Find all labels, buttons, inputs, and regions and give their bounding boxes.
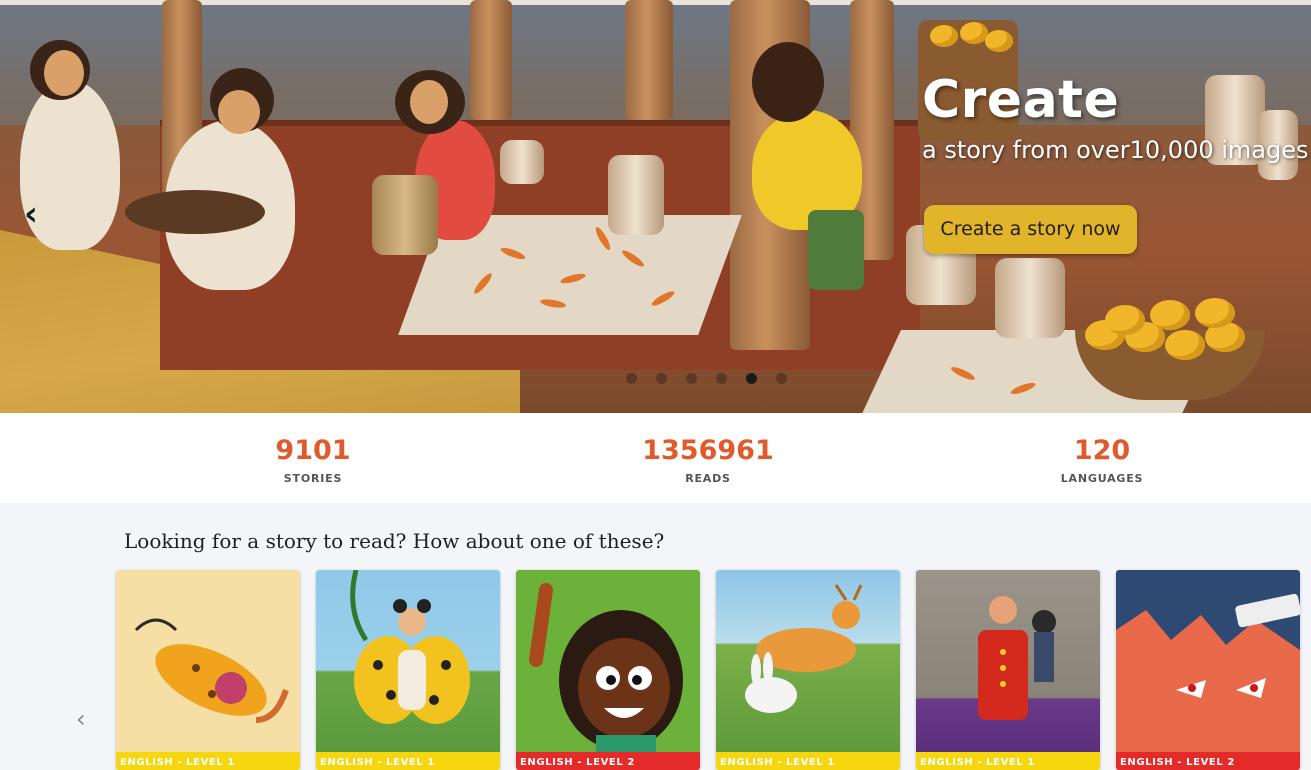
stats-bar: 9101 STORIES 1356961 READS 120 LANGUAGES [0,413,1311,503]
level-badge: ENGLISH - LEVEL 2 [516,752,700,770]
story-cover-image [116,570,300,752]
face-illustration [44,50,84,96]
level-badge: ENGLISH - LEVEL 1 [116,752,300,770]
stat-label: LANGUAGES [1060,472,1144,485]
hero-title: Create [922,70,1120,130]
stat-stories: 9101 STORIES [213,435,413,485]
carousel-dot-5[interactable] [746,373,757,384]
story-card[interactable]: ENGLISH - LEVEL 1 [316,570,500,770]
carousel-dot-6[interactable] [776,373,787,384]
face-illustration [410,80,448,124]
hero-subtitle: a story from over10,000 images! [922,136,1311,164]
stat-reads: 1356961 READS [608,435,808,485]
stat-value: 1356961 [642,435,774,466]
carousel-dot-3[interactable] [686,373,697,384]
carousel-dots [626,373,787,385]
carousel-prev-button[interactable]: ‹ [24,196,52,232]
pot-illustration [500,140,544,184]
hair-illustration [752,42,824,122]
jar-illustration [372,175,438,255]
story-suggestions: Looking for a story to read? How about o… [0,503,1311,770]
stat-label: READS [685,472,731,485]
carousel-dot-1[interactable] [626,373,637,384]
level-badge: ENGLISH - LEVEL 2 [1116,752,1300,770]
level-badge: ENGLISH - LEVEL 1 [316,752,500,770]
pot-illustration [995,258,1065,338]
story-cover-image [716,570,900,752]
level-badge: ENGLISH - LEVEL 1 [716,752,900,770]
pillar-illustration [470,0,512,120]
story-cover-image [1116,570,1300,752]
level-badge: ENGLISH - LEVEL 1 [916,752,1100,770]
story-cover-image [516,570,700,752]
pillar-illustration [625,0,673,120]
pot-illustration [608,155,664,235]
section-heading: Looking for a story to read? How about o… [124,529,665,553]
mango-illustration [1195,298,1235,328]
carousel-dot-2[interactable] [656,373,667,384]
chevron-left-icon: ‹ [76,705,86,733]
story-card[interactable]: ENGLISH - LEVEL 2 [1116,570,1300,770]
mango-illustration [1105,305,1145,335]
story-card[interactable]: ENGLISH - LEVEL 1 [716,570,900,770]
mango-illustration [1165,330,1205,360]
stat-value: 120 [1073,435,1131,466]
story-card[interactable]: ENGLISH - LEVEL 2 [516,570,700,770]
boy-shorts-illustration [808,210,864,290]
hero-carousel: ‹ Create a story from over10,000 images!… [0,0,1311,413]
stat-languages: 120 LANGUAGES [1002,435,1202,485]
story-card[interactable]: ENGLISH - LEVEL 1 [116,570,300,770]
story-cover-image [316,570,500,752]
stat-label: STORIES [283,472,343,485]
mango-illustration [930,25,958,47]
create-story-button[interactable]: Create a story now [924,205,1137,254]
mango-illustration [985,30,1013,52]
mango-illustration [1150,300,1190,330]
story-card[interactable]: ENGLISH - LEVEL 1 [916,570,1100,770]
story-cover-image [916,570,1100,752]
chevron-left-icon: ‹ [24,194,39,234]
tray-illustration [125,190,265,234]
face-illustration [218,90,260,134]
carousel-dot-4[interactable] [716,373,727,384]
stat-value: 9101 [275,435,351,466]
mango-illustration [960,22,988,44]
stories-prev-button[interactable]: ‹ [76,705,86,733]
